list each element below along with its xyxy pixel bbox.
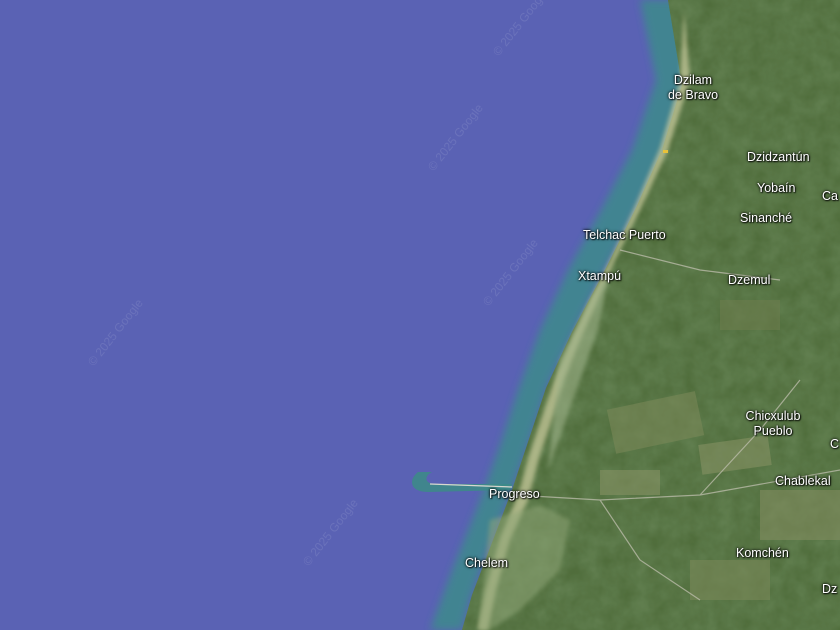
place-label-text: Progreso — [489, 487, 540, 501]
place-label-yobain[interactable]: Yobaín — [757, 181, 795, 196]
place-label-text: Dz — [822, 582, 838, 596]
place-label-dzidzantun[interactable]: Dzidzantún — [747, 150, 810, 165]
place-label-text: Chablekal — [775, 474, 831, 488]
place-label-chicxulub-pueblo[interactable]: Chicxulub Pueblo — [738, 409, 808, 439]
place-label-text: Telchac Puerto — [583, 228, 666, 242]
coast-marker — [663, 150, 668, 153]
place-label-text: Komchén — [736, 546, 789, 560]
place-label-text: C — [830, 437, 840, 451]
place-label-text: Dzidzantún — [747, 150, 810, 164]
place-label-text: Sinanché — [740, 211, 793, 225]
place-label-dzilam-de-bravo[interactable]: Dzilam de Bravo — [660, 73, 726, 103]
place-label-text: Chelem — [465, 556, 509, 570]
place-label-text: Ca — [822, 189, 838, 203]
place-label-sinanche[interactable]: Sinanché — [740, 211, 792, 226]
place-label-telchac-puerto[interactable]: Telchac Puerto — [583, 228, 666, 243]
place-label-progreso[interactable]: Progreso — [489, 487, 540, 502]
place-label-dzemul[interactable]: Dzemul — [728, 273, 770, 288]
place-label-line: Dzilam — [673, 73, 713, 87]
place-label-text: Xtampú — [578, 269, 622, 283]
place-label-dz[interactable]: Dz — [822, 582, 837, 597]
place-label-komchen[interactable]: Komchén — [736, 546, 789, 561]
place-label-line: de Bravo — [667, 88, 719, 102]
place-label-text: Dzemul — [728, 273, 771, 287]
place-label-line: Chicxulub — [745, 409, 801, 423]
place-label-chelem[interactable]: Chelem — [465, 556, 508, 571]
place-label-line: Pueblo — [753, 424, 793, 438]
place-label-text: Yobaín — [757, 181, 796, 195]
place-label-chablekal[interactable]: Chablekal — [775, 474, 831, 489]
place-label-c[interactable]: C — [830, 437, 839, 452]
place-label-xtampu[interactable]: Xtampú — [578, 269, 621, 284]
place-label-ca[interactable]: Ca — [822, 189, 838, 204]
